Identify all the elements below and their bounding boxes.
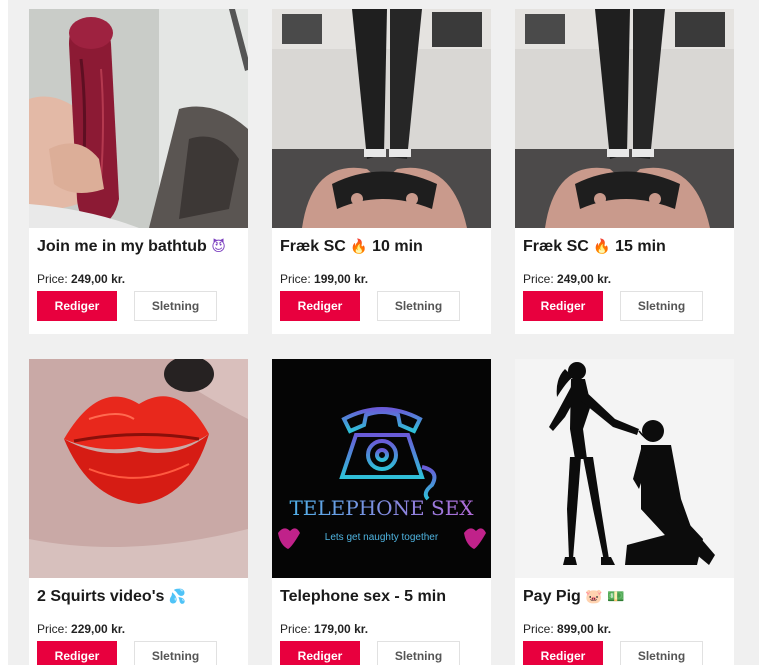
price-value: 179,00 kr. [314,622,369,636]
product-title-text: Pay Pig [523,588,581,605]
silhouette-illustration [515,359,734,578]
price-label: Price: [523,272,554,286]
product-price: Price: 899,00 kr. [523,622,611,636]
price-label: Price: [37,272,68,286]
price-value: 899,00 kr. [557,622,612,636]
product-card: Fræk SC 🔥 10 min Price: 199,00 kr. Redig… [272,9,491,334]
product-card: 2 Squirts video's 💦 Price: 229,00 kr. Re… [29,359,248,665]
product-title: Join me in my bathtub 😈 [37,238,244,256]
delete-button[interactable]: Sletning [134,291,217,321]
product-card: TELEPHONE SEX Lets get naughty together … [272,359,491,665]
edit-button[interactable]: Rediger [523,641,603,665]
product-image[interactable] [29,9,248,228]
product-title: 2 Squirts video's 💦 [37,588,244,606]
price-value: 249,00 kr. [71,272,126,286]
product-title-text: Fræk SC [523,238,589,255]
fire-emoji-icon: 🔥 [593,239,611,255]
product-image[interactable] [515,9,734,228]
product-title-text: Telephone sex - 5 min [280,588,446,605]
delete-button[interactable]: Sletning [620,641,703,665]
stockings-photo [272,9,491,228]
product-price: Price: 249,00 kr. [523,272,611,286]
image-tagline: Lets get naughty together [325,532,439,543]
price-value: 249,00 kr. [557,272,612,286]
product-price: Price: 229,00 kr. [37,622,125,636]
product-duration: 10 min [372,238,423,255]
image-headline: TELEPHONE SEX [289,496,474,520]
product-price: Price: 199,00 kr. [280,272,368,286]
product-price: Price: 179,00 kr. [280,622,368,636]
fire-emoji-icon: 🔥 [350,239,368,255]
price-label: Price: [37,622,68,636]
product-image[interactable] [515,359,734,578]
delete-button[interactable]: Sletning [377,291,460,321]
delete-button[interactable]: Sletning [134,641,217,665]
droplets-emoji-icon: 💦 [168,589,187,605]
product-title: Pay Pig 🐷 💵 [523,588,730,606]
product-title: Fræk SC 🔥 10 min [280,238,487,256]
product-card: Fræk SC 🔥 15 min Price: 249,00 kr. Redig… [515,9,734,334]
price-label: Price: [280,272,311,286]
product-title-text: Join me in my bathtub [37,238,207,255]
product-image[interactable] [272,9,491,228]
delete-button[interactable]: Sletning [377,641,460,665]
product-price: Price: 249,00 kr. [37,272,125,286]
price-value: 229,00 kr. [71,622,126,636]
edit-button[interactable]: Rediger [280,291,360,321]
product-duration: 15 min [615,238,666,255]
edit-button[interactable]: Rediger [523,291,603,321]
bathtub-toy-photo [29,9,248,228]
product-title-text: Fræk SC [280,238,346,255]
pig-emoji-icon: 🐷 [585,589,603,605]
edit-button[interactable]: Rediger [280,641,360,665]
product-title: Fræk SC 🔥 15 min [523,238,730,256]
product-image[interactable]: TELEPHONE SEX Lets get naughty together [272,359,491,578]
edit-button[interactable]: Rediger [37,291,117,321]
edit-button[interactable]: Rediger [37,641,117,665]
delete-button[interactable]: Sletning [620,291,703,321]
product-card: Pay Pig 🐷 💵 Price: 899,00 kr. Rediger Sl… [515,359,734,665]
devil-emoji-icon: 😈 [211,239,226,255]
product-card: Join me in my bathtub 😈 Price: 249,00 kr… [29,9,248,334]
stockings-photo [515,9,734,228]
product-title: Telephone sex - 5 min [280,588,487,606]
dollar-emoji-icon: 💵 [607,589,625,605]
price-value: 199,00 kr. [314,272,369,286]
price-label: Price: [523,622,554,636]
red-lips-photo [29,359,248,578]
product-image[interactable] [29,359,248,578]
price-label: Price: [280,622,311,636]
product-title-text: 2 Squirts video's [37,588,165,605]
telephone-sex-graphic: TELEPHONE SEX Lets get naughty together [272,359,491,578]
